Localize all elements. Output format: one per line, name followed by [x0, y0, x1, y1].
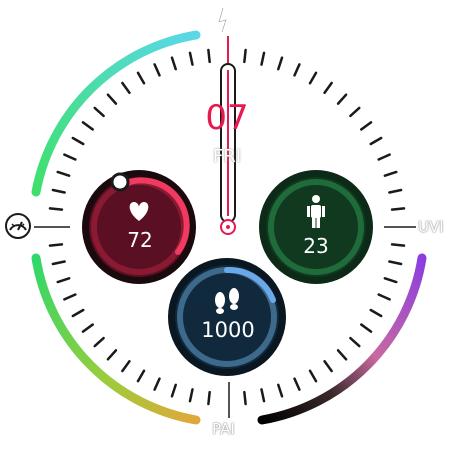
minute-tick — [260, 51, 266, 66]
heart-progress-knob — [110, 172, 130, 192]
minute-tick — [383, 277, 398, 284]
minute-tick — [369, 308, 383, 318]
minute-tick — [390, 207, 406, 211]
date-weekday: FRI — [212, 146, 242, 167]
uvi-arc-bottom-right — [257, 253, 427, 425]
minute-tick — [121, 360, 131, 373]
minute-tick — [81, 323, 94, 333]
minute-tick — [277, 56, 284, 71]
stress-gauge-icon — [5, 213, 31, 239]
minute-tick — [377, 293, 391, 301]
minute-tick — [243, 48, 247, 64]
minute-tick — [170, 56, 177, 71]
minute-tick — [170, 383, 177, 398]
minute-tick — [360, 323, 373, 333]
minute-tick — [153, 63, 161, 77]
minute-tick — [308, 369, 318, 383]
minute-tick — [388, 260, 403, 266]
minute-tick — [71, 308, 85, 318]
minute-tick — [323, 81, 333, 94]
heart-complication[interactable] — [82, 170, 196, 284]
steps-complication[interactable] — [168, 258, 286, 376]
steps-value: 1000 — [201, 318, 255, 342]
minute-tick — [121, 81, 131, 94]
body-value: 23 — [303, 234, 329, 258]
minute-tick — [51, 260, 66, 266]
minute-tick — [207, 390, 211, 406]
minute-tick — [136, 369, 146, 383]
uvi-label: UVI — [418, 218, 444, 236]
minute-tick — [293, 377, 301, 391]
minute-tick — [188, 51, 194, 66]
minute-tick — [323, 360, 333, 373]
minute-tick — [336, 349, 348, 361]
minute-tick — [188, 388, 194, 403]
minute-tick — [136, 71, 146, 85]
minute-tick — [71, 136, 85, 146]
minute-tick — [308, 71, 318, 85]
minute-tick — [48, 207, 64, 211]
minute-tick — [106, 349, 118, 361]
minute-tick — [63, 293, 77, 301]
minute-tick — [277, 383, 284, 398]
minute-tick — [388, 188, 403, 194]
minute-tick — [207, 48, 211, 64]
minute-tick — [293, 63, 301, 77]
minute-tick — [383, 170, 398, 177]
minute-tick — [56, 277, 71, 284]
minute-tick — [243, 390, 247, 406]
date-day: 07 — [205, 98, 249, 138]
lightning-icon — [217, 7, 237, 33]
minute-tick — [51, 188, 66, 194]
minute-tick — [369, 136, 383, 146]
minute-tick — [349, 336, 361, 348]
minute-tick — [153, 377, 161, 391]
watch-face — [5, 7, 427, 425]
body-complication[interactable] — [259, 170, 373, 284]
minute-tick — [48, 243, 64, 247]
heart-rate-value: 72 — [127, 228, 153, 252]
minute-tick — [93, 336, 105, 348]
minute-tick — [390, 243, 406, 247]
minute-tick — [260, 388, 266, 403]
pai-label: PAI — [212, 420, 235, 438]
minute-tick — [56, 170, 71, 177]
